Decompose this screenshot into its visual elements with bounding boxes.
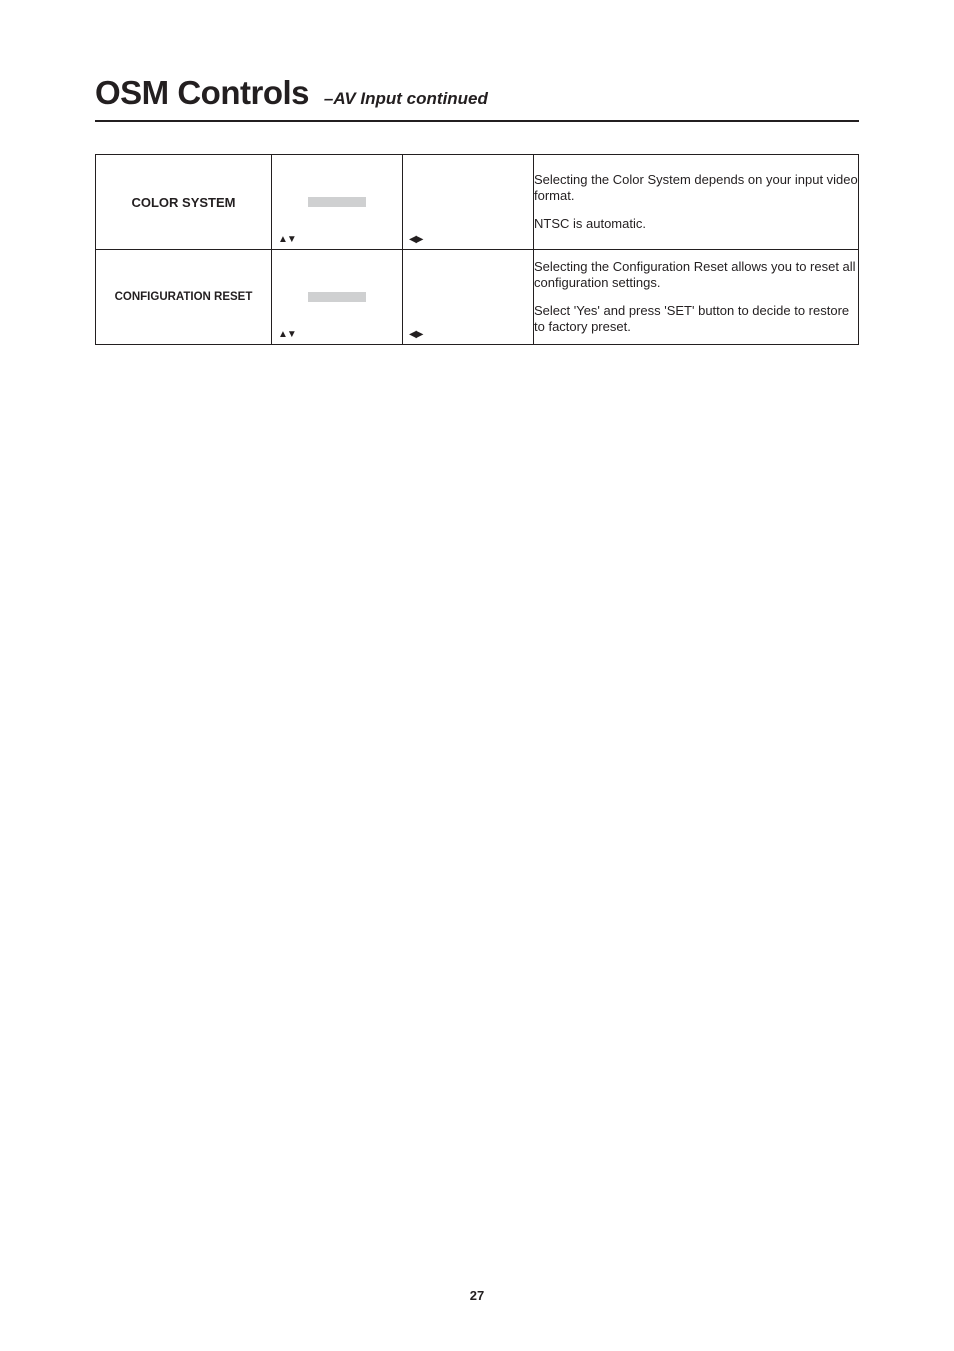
page-title: OSM Controls –AV Input continued — [95, 74, 859, 122]
updown-icon: ▲▼ — [278, 235, 296, 245]
page: OSM Controls –AV Input continued COLOR S… — [0, 0, 954, 1351]
row-description: Selecting the Color System depends on yo… — [534, 155, 859, 250]
image-placeholder — [308, 292, 366, 302]
icon-cell-updown: ▲▼ — [272, 250, 403, 345]
image-placeholder — [308, 197, 366, 207]
title-sub: –AV Input continued — [324, 89, 488, 108]
controls-table: COLOR SYSTEM ▲▼ ◀▶ Selecting the Color S… — [95, 154, 859, 345]
row-description: Selecting the Configuration Reset allows… — [534, 250, 859, 345]
desc-line: NTSC is automatic. — [534, 216, 858, 232]
page-number: 27 — [0, 1288, 954, 1303]
title-main: OSM Controls — [95, 74, 309, 111]
leftright-icon: ◀▶ — [409, 330, 422, 340]
updown-icon: ▲▼ — [278, 330, 296, 340]
leftright-icon: ◀▶ — [409, 235, 422, 245]
icon-cell-leftright: ◀▶ — [403, 250, 534, 345]
row-label-color-system: COLOR SYSTEM — [96, 155, 272, 250]
table-row: CONFIGURATION RESET ▲▼ ◀▶ Selecting the … — [96, 250, 859, 345]
desc-line: Selecting the Configuration Reset allows… — [534, 259, 858, 292]
icon-cell-updown: ▲▼ — [272, 155, 403, 250]
desc-line: Selecting the Color System depends on yo… — [534, 172, 858, 205]
desc-line: Select 'Yes' and press 'SET' button to d… — [534, 303, 858, 336]
row-label-configuration-reset: CONFIGURATION RESET — [96, 250, 272, 345]
icon-cell-leftright: ◀▶ — [403, 155, 534, 250]
table-row: COLOR SYSTEM ▲▼ ◀▶ Selecting the Color S… — [96, 155, 859, 250]
